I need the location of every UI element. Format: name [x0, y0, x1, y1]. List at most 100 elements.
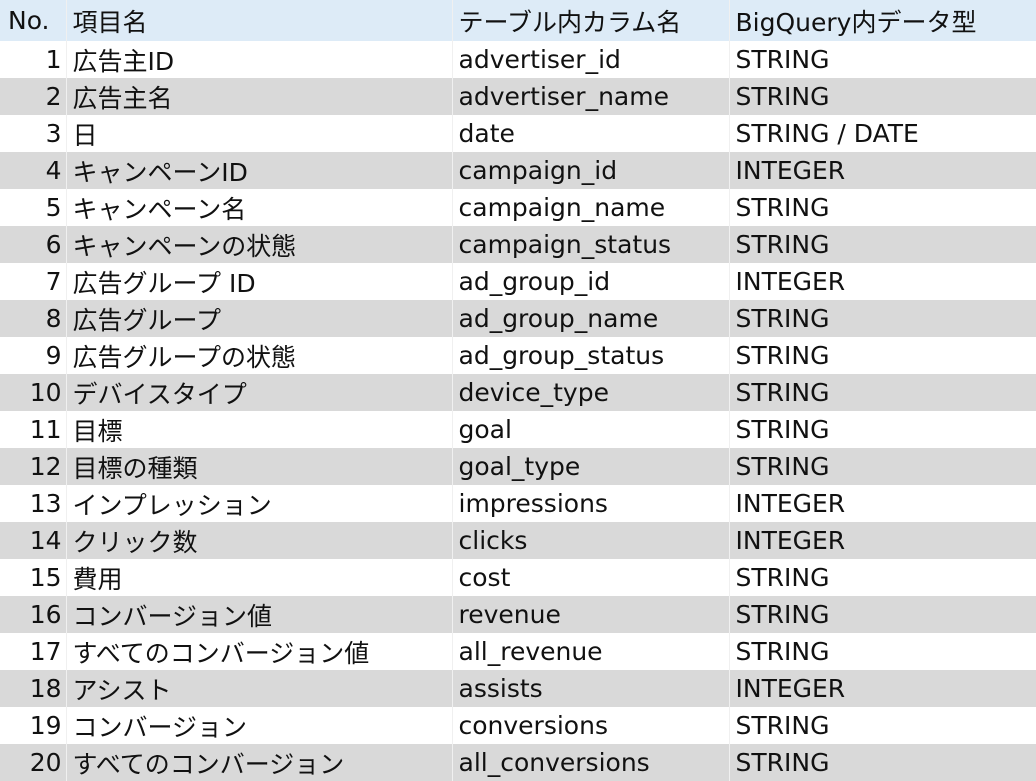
table-row: 8 広告グループ ad_group_name STRING — [0, 300, 1036, 337]
row-no: 12 — [0, 448, 67, 485]
row-data-type: STRING — [729, 596, 1036, 633]
row-data-type: STRING — [729, 707, 1036, 744]
row-column-name: device_type — [452, 374, 730, 411]
table-row: 14 クリック数 clicks INTEGER — [0, 522, 1036, 559]
row-column-name: ad_group_id — [452, 263, 730, 300]
row-item-name: 広告グループ ID — [66, 263, 453, 300]
table-row: 4 キャンペーンID campaign_id INTEGER — [0, 152, 1036, 189]
field-mapping-table: No. 項目名 テーブル内カラム名 BigQuery内データ型 1 広告主ID ad… — [0, 0, 1036, 781]
row-item-name: 目標の種類 — [66, 448, 453, 485]
row-column-name: advertiser_id — [452, 41, 730, 78]
table-row: 13 インプレッション impressions INTEGER — [0, 485, 1036, 522]
row-data-type: STRING — [729, 41, 1036, 78]
row-data-type: STRING — [729, 226, 1036, 263]
row-no: 13 — [0, 485, 67, 522]
table-row: 20 すべてのコンバージョン all_conversions STRING — [0, 744, 1036, 781]
row-item-name: 広告グループ — [66, 300, 453, 337]
row-data-type: STRING — [729, 337, 1036, 374]
row-item-name: 広告主名 — [66, 78, 453, 115]
row-item-name: デバイスタイプ — [66, 374, 453, 411]
row-no: 11 — [0, 411, 67, 448]
row-no: 17 — [0, 633, 67, 670]
row-data-type: STRING — [729, 411, 1036, 448]
row-item-name: キャンペーンの状態 — [66, 226, 453, 263]
row-data-type: STRING — [729, 78, 1036, 115]
table-row: 12 目標の種類 goal_type STRING — [0, 448, 1036, 485]
row-data-type: INTEGER — [729, 522, 1036, 559]
row-column-name: advertiser_name — [452, 78, 730, 115]
row-item-name: インプレッション — [66, 485, 453, 522]
row-data-type: STRING — [729, 374, 1036, 411]
header-data-type: BigQuery内データ型 — [729, 0, 1036, 41]
row-item-name: コンバージョン — [66, 707, 453, 744]
row-column-name: all_conversions — [452, 744, 730, 781]
row-no: 14 — [0, 522, 67, 559]
row-no: 15 — [0, 559, 67, 596]
table-row: 7 広告グループ ID ad_group_id INTEGER — [0, 263, 1036, 300]
row-column-name: campaign_id — [452, 152, 730, 189]
row-no: 7 — [0, 263, 67, 300]
row-item-name: すべてのコンバージョン値 — [66, 633, 453, 670]
row-no: 8 — [0, 300, 67, 337]
row-column-name: cost — [452, 559, 730, 596]
row-data-type: STRING — [729, 633, 1036, 670]
table-row: 15 費用 cost STRING — [0, 559, 1036, 596]
row-data-type: STRING — [729, 189, 1036, 226]
table-row: 2 広告主名 advertiser_name STRING — [0, 78, 1036, 115]
row-data-type: INTEGER — [729, 152, 1036, 189]
row-column-name: revenue — [452, 596, 730, 633]
table-row: 1 広告主ID advertiser_id STRING — [0, 41, 1036, 78]
row-no: 19 — [0, 707, 67, 744]
row-column-name: campaign_status — [452, 226, 730, 263]
row-item-name: 日 — [66, 115, 453, 152]
header-column-name: テーブル内カラム名 — [452, 0, 730, 41]
table-row: 5 キャンペーン名 campaign_name STRING — [0, 189, 1036, 226]
row-item-name: 費用 — [66, 559, 453, 596]
row-column-name: ad_group_status — [452, 337, 730, 374]
row-data-type: STRING / DATE — [729, 115, 1036, 152]
table-row: 6 キャンペーンの状態 campaign_status STRING — [0, 226, 1036, 263]
table-row: 3 日 date STRING / DATE — [0, 115, 1036, 152]
row-no: 4 — [0, 152, 67, 189]
row-no: 10 — [0, 374, 67, 411]
table-row: 16 コンバージョン値 revenue STRING — [0, 596, 1036, 633]
row-column-name: all_revenue — [452, 633, 730, 670]
row-no: 1 — [0, 41, 67, 78]
table-row: 17 すべてのコンバージョン値 all_revenue STRING — [0, 633, 1036, 670]
row-no: 16 — [0, 596, 67, 633]
row-item-name: コンバージョン値 — [66, 596, 453, 633]
row-data-type: INTEGER — [729, 485, 1036, 522]
table-row: 19 コンバージョン conversions STRING — [0, 707, 1036, 744]
table-row: 10 デバイスタイプ device_type STRING — [0, 374, 1036, 411]
row-column-name: goal — [452, 411, 730, 448]
row-column-name: ad_group_name — [452, 300, 730, 337]
row-column-name: date — [452, 115, 730, 152]
row-column-name: conversions — [452, 707, 730, 744]
row-item-name: 広告グループの状態 — [66, 337, 453, 374]
row-data-type: INTEGER — [729, 670, 1036, 707]
table-header-row: No. 項目名 テーブル内カラム名 BigQuery内データ型 — [0, 0, 1036, 41]
row-no: 9 — [0, 337, 67, 374]
row-column-name: campaign_name — [452, 189, 730, 226]
row-no: 2 — [0, 78, 67, 115]
row-no: 6 — [0, 226, 67, 263]
row-item-name: 目標 — [66, 411, 453, 448]
row-item-name: すべてのコンバージョン — [66, 744, 453, 781]
row-item-name: 広告主ID — [66, 41, 453, 78]
header-no: No. — [0, 0, 67, 41]
row-item-name: キャンペーンID — [66, 152, 453, 189]
row-column-name: goal_type — [452, 448, 730, 485]
row-no: 20 — [0, 744, 67, 781]
row-item-name: クリック数 — [66, 522, 453, 559]
row-column-name: impressions — [452, 485, 730, 522]
row-item-name: アシスト — [66, 670, 453, 707]
row-no: 5 — [0, 189, 67, 226]
row-no: 3 — [0, 115, 67, 152]
header-item-name: 項目名 — [66, 0, 453, 41]
row-data-type: STRING — [729, 448, 1036, 485]
row-no: 18 — [0, 670, 67, 707]
row-data-type: STRING — [729, 559, 1036, 596]
table-row: 9 広告グループの状態 ad_group_status STRING — [0, 337, 1036, 374]
row-data-type: INTEGER — [729, 263, 1036, 300]
row-item-name: キャンペーン名 — [66, 189, 453, 226]
